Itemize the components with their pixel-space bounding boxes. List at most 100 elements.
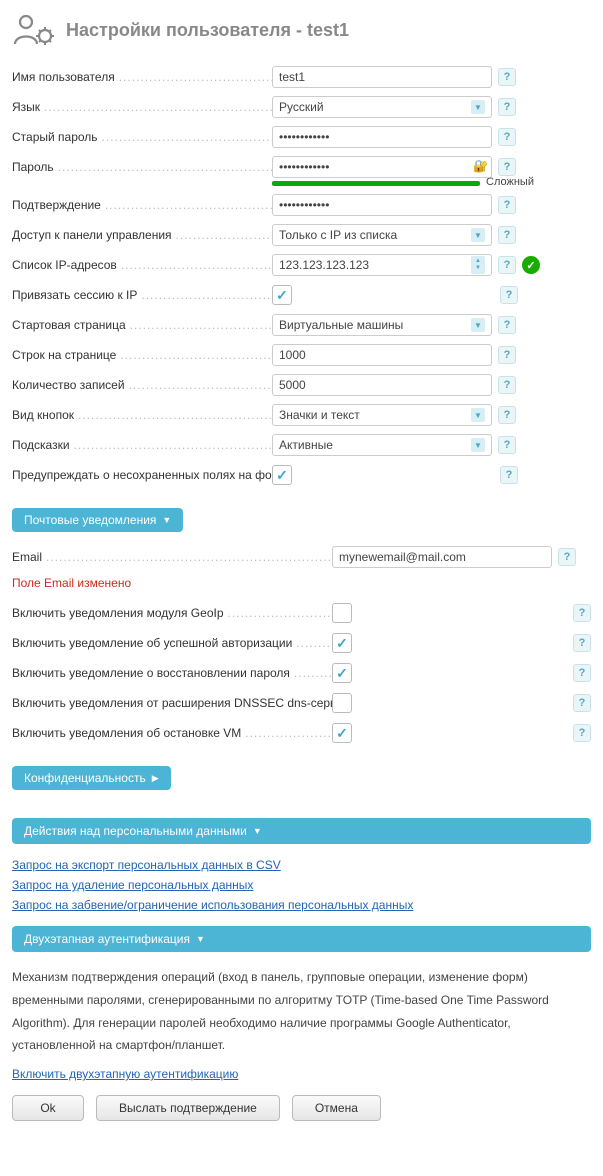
help-icon[interactable]: ?: [573, 664, 591, 682]
help-icon[interactable]: ?: [558, 548, 576, 566]
row-old-password: Старый пароль ?: [12, 126, 591, 148]
label-username: Имя пользователя: [12, 70, 272, 84]
spinner-icon[interactable]: ▲▼: [471, 256, 485, 274]
password-input[interactable]: [272, 156, 492, 178]
link-enable-twofa[interactable]: Включить двухэтапную аутентификацию: [12, 1067, 591, 1081]
panel-access-select[interactable]: Только с IP из списка ▼: [272, 224, 492, 246]
row-start-page: Стартовая страница Виртуальные машины ▼ …: [12, 314, 591, 336]
row-language: Язык Русский ▼ ?: [12, 96, 591, 118]
help-icon[interactable]: ?: [498, 226, 516, 244]
label-warn-unsaved: Предупреждать о несохраненных полях на ф…: [12, 468, 272, 482]
row-password: Пароль 🔐 ?: [12, 156, 591, 178]
section-personal-data[interactable]: Действия над персональными данными ▼: [12, 818, 591, 844]
hints-select[interactable]: Активные ▼: [272, 434, 492, 456]
email-input[interactable]: [332, 546, 552, 568]
help-icon[interactable]: ?: [573, 724, 591, 742]
page-title: Настройки пользователя - test1: [66, 20, 349, 41]
hints-value: Активные: [279, 438, 333, 452]
help-icon[interactable]: ?: [498, 346, 516, 364]
row-bind-session: Привязать сессию к IP ?: [12, 284, 591, 306]
help-icon[interactable]: ?: [500, 466, 518, 484]
label-language: Язык: [12, 100, 272, 114]
row-notif-dnssec: Включить уведомления от расширения DNSSE…: [12, 692, 591, 714]
ok-button[interactable]: Ok: [12, 1095, 84, 1121]
label-buttons-style: Вид кнопок: [12, 408, 272, 422]
chevron-right-icon: ▶: [152, 773, 159, 784]
username-input[interactable]: [272, 66, 492, 88]
help-icon[interactable]: ?: [498, 158, 516, 176]
strength-label: Сложный: [486, 176, 534, 188]
generate-password-icon[interactable]: 🔐: [473, 159, 488, 173]
help-icon[interactable]: ?: [498, 98, 516, 116]
cancel-button[interactable]: Отмена: [292, 1095, 381, 1121]
notif-geoip-checkbox[interactable]: [332, 603, 352, 623]
language-value: Русский: [279, 100, 324, 114]
help-icon[interactable]: ?: [498, 376, 516, 394]
label-notif: Включить уведомления от расширения DNSSE…: [12, 696, 332, 710]
row-notif-vmstop: Включить уведомления об остановке VM ?: [12, 722, 591, 744]
help-icon[interactable]: ?: [500, 286, 518, 304]
help-icon[interactable]: ?: [498, 128, 516, 146]
help-icon[interactable]: ?: [498, 196, 516, 214]
ip-list-value: 123.123.123.123: [279, 258, 369, 272]
row-notif-pwreset: Включить уведомление о восстановлении па…: [12, 662, 591, 684]
row-buttons-style: Вид кнопок Значки и текст ▼ ?: [12, 404, 591, 426]
start-page-value: Виртуальные машины: [279, 318, 403, 332]
label-email: Email: [12, 550, 332, 564]
label-ip-list: Список IP-адресов: [12, 258, 272, 272]
email-changed-notice: Поле Email изменено: [12, 576, 591, 590]
help-icon[interactable]: ?: [498, 316, 516, 334]
language-select[interactable]: Русский ▼: [272, 96, 492, 118]
chevron-down-icon: ▼: [253, 826, 262, 836]
page-header: Настройки пользователя - test1: [12, 12, 591, 48]
ip-list-input[interactable]: 123.123.123.123 ▲▼: [272, 254, 492, 276]
buttons-style-select[interactable]: Значки и текст ▼: [272, 404, 492, 426]
section-twofa[interactable]: Двухэтапная аутентификация ▼: [12, 926, 591, 952]
link-forget-data[interactable]: Запрос на забвение/ограничение использов…: [12, 898, 591, 912]
label-start-page: Стартовая страница: [12, 318, 272, 332]
label-notif: Включить уведомления об остановке VM: [12, 726, 332, 740]
label-records-count: Количество записей: [12, 378, 272, 392]
label-notif: Включить уведомление о восстановлении па…: [12, 666, 332, 680]
row-rows-per-page: Строк на странице ?: [12, 344, 591, 366]
chevron-down-icon: ▼: [471, 318, 485, 332]
section-mail-notifications[interactable]: Почтовые уведомления ▼: [12, 508, 183, 532]
row-notif-auth: Включить уведомление об успешной авториз…: [12, 632, 591, 654]
help-icon[interactable]: ?: [573, 694, 591, 712]
panel-access-value: Только с IP из списка: [279, 228, 397, 242]
label-old-password: Старый пароль: [12, 130, 272, 144]
notif-dnssec-checkbox[interactable]: [332, 693, 352, 713]
label-rows-per-page: Строк на странице: [12, 348, 272, 362]
send-confirm-button[interactable]: Выслать подтверждение: [96, 1095, 280, 1121]
section-title: Почтовые уведомления: [24, 513, 156, 527]
valid-check-icon: ✓: [522, 256, 540, 274]
records-count-input[interactable]: [272, 374, 492, 396]
notif-auth-checkbox[interactable]: [332, 633, 352, 653]
help-icon[interactable]: ?: [498, 406, 516, 424]
link-export-csv[interactable]: Запрос на экспорт персональных данных в …: [12, 858, 591, 872]
start-page-select[interactable]: Виртуальные машины ▼: [272, 314, 492, 336]
help-icon[interactable]: ?: [573, 634, 591, 652]
help-icon[interactable]: ?: [498, 68, 516, 86]
user-settings-icon: [12, 12, 56, 48]
row-confirm: Подтверждение ?: [12, 194, 591, 216]
help-icon[interactable]: ?: [498, 256, 516, 274]
row-warn-unsaved: Предупреждать о несохраненных полях на ф…: [12, 464, 591, 486]
chevron-down-icon: ▼: [471, 100, 485, 114]
link-delete-data[interactable]: Запрос на удаление персональных данных: [12, 878, 591, 892]
bind-session-checkbox[interactable]: [272, 285, 292, 305]
strength-bar: [272, 181, 480, 186]
confirm-input[interactable]: [272, 194, 492, 216]
rows-per-page-input[interactable]: [272, 344, 492, 366]
label-notif: Включить уведомление об успешной авториз…: [12, 636, 332, 650]
label-bind-session: Привязать сессию к IP: [12, 288, 272, 302]
old-password-input[interactable]: [272, 126, 492, 148]
notif-vmstop-checkbox[interactable]: [332, 723, 352, 743]
help-icon[interactable]: ?: [498, 436, 516, 454]
warn-unsaved-checkbox[interactable]: [272, 465, 292, 485]
notif-pwreset-checkbox[interactable]: [332, 663, 352, 683]
help-icon[interactable]: ?: [573, 604, 591, 622]
section-title: Конфиденциальность: [24, 771, 146, 785]
section-privacy[interactable]: Конфиденциальность ▶: [12, 766, 171, 790]
button-row: Ok Выслать подтверждение Отмена: [12, 1095, 591, 1121]
